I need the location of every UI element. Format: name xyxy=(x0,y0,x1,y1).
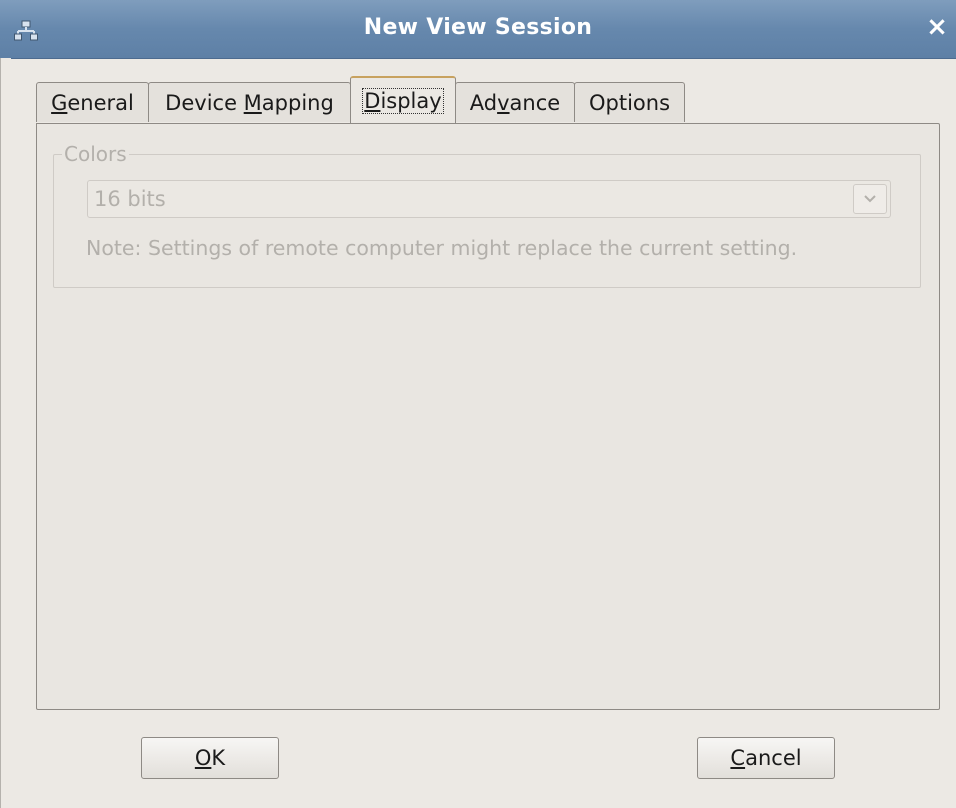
tab-general[interactable]: General xyxy=(36,82,149,122)
colors-note: Note: Settings of remote computer might … xyxy=(86,236,798,260)
tab-label: Options xyxy=(588,91,671,115)
tab-advance[interactable]: Advance xyxy=(455,82,575,122)
window-title: New View Session xyxy=(363,15,593,40)
dropdown-button[interactable] xyxy=(853,184,887,214)
close-icon[interactable]: × xyxy=(924,12,950,42)
ok-button[interactable]: OK xyxy=(141,737,279,779)
color-depth-select[interactable]: 16 bits xyxy=(87,180,891,218)
window-border xyxy=(0,58,11,808)
colors-group: Colors 16 bits Note: Settings of remote … xyxy=(53,142,921,288)
tab-display[interactable]: Display xyxy=(350,76,456,124)
tab-options[interactable]: Options xyxy=(574,82,685,122)
tab-label: Display xyxy=(362,88,444,114)
tab-device-mapping[interactable]: Device Mapping xyxy=(148,82,351,122)
display-tab-panel: Colors 16 bits Note: Settings of remote … xyxy=(36,123,940,710)
tab-label: General xyxy=(51,91,134,115)
tab-label: Advance xyxy=(469,91,561,115)
title-bar: New View Session × xyxy=(0,0,956,59)
cancel-button[interactable]: Cancel xyxy=(697,737,835,779)
color-depth-value: 16 bits xyxy=(94,187,166,211)
chevron-down-icon xyxy=(864,195,876,203)
colors-group-label: Colors xyxy=(62,142,129,166)
tab-label: Device Mapping xyxy=(165,91,334,115)
